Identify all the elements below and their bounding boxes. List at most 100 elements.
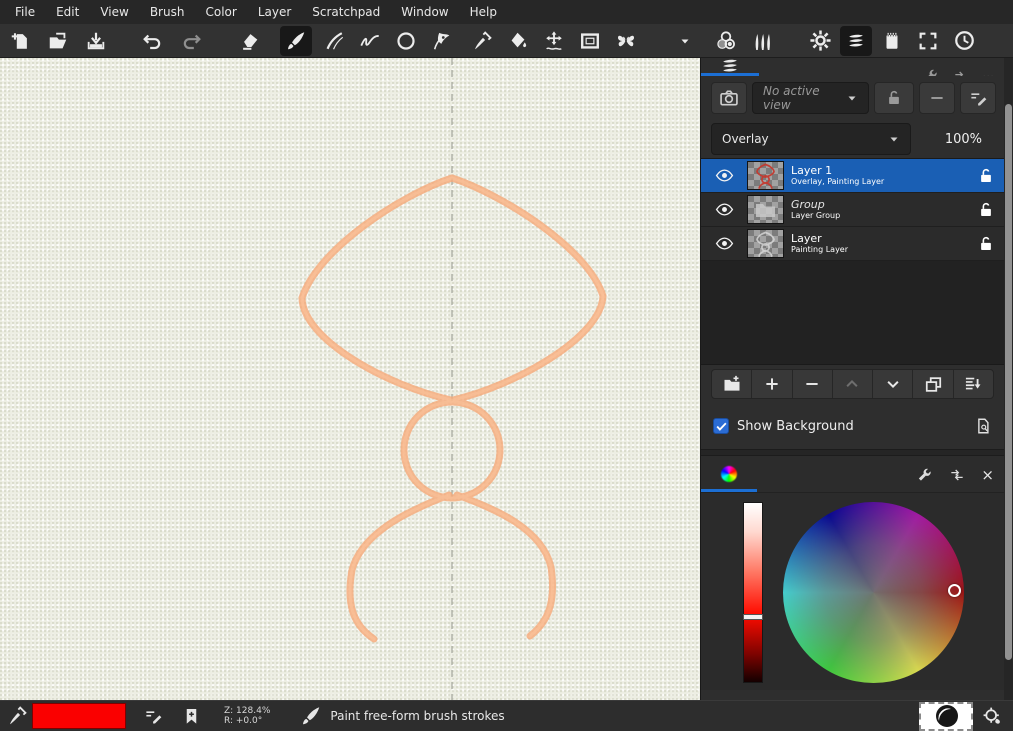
layer-thumbnail[interactable]: [747, 161, 784, 190]
menu-color[interactable]: Color: [198, 2, 243, 22]
add-layer-button[interactable]: [752, 370, 792, 398]
new-document-button[interactable]: [4, 26, 36, 56]
merge-layer-down-button[interactable]: [954, 370, 993, 398]
menu-layer[interactable]: Layer: [251, 2, 298, 22]
freehand-brush-button[interactable]: [280, 26, 312, 56]
eyedropper-icon[interactable]: [2, 705, 32, 727]
menu-view[interactable]: View: [93, 2, 135, 22]
hue-wheel[interactable]: [783, 502, 964, 683]
panel-scrollbar[interactable]: [1004, 58, 1013, 700]
main-area: ··· No active view Overlay: [0, 58, 1013, 700]
lower-layer-button[interactable]: [873, 370, 913, 398]
layer-row-1[interactable]: Layer 1 Overlay, Painting Layer: [701, 159, 1004, 193]
tool-options-button[interactable]: [676, 26, 694, 56]
undo-button[interactable]: [136, 26, 168, 56]
color-wheel-tab[interactable]: [701, 459, 757, 492]
layer-visible-eye-icon[interactable]: [701, 166, 747, 185]
layer-name[interactable]: Layer: [791, 233, 968, 245]
menu-bar: File Edit View Brush Color Layer Scratchpad Win…: [0, 0, 1013, 24]
open-document-button[interactable]: [42, 26, 74, 56]
layer-lock-open-icon[interactable]: [968, 201, 1004, 219]
scrollbar-thumb[interactable]: [1005, 104, 1012, 660]
remove-layer-button[interactable]: [793, 370, 833, 398]
show-background-checkbox[interactable]: [713, 418, 729, 434]
move-view-button[interactable]: [538, 26, 570, 56]
remove-view-button[interactable]: [919, 82, 955, 114]
connected-lines-icon: [359, 30, 381, 52]
background-page-icon[interactable]: [974, 417, 992, 435]
connected-lines-button[interactable]: [354, 26, 386, 56]
brush-preview[interactable]: [919, 702, 973, 731]
wrench-icon[interactable]: [922, 68, 939, 76]
duplicate-layer-button[interactable]: [913, 370, 953, 398]
layer-type: Painting Layer: [791, 245, 968, 255]
mypaint-window: File Edit View Brush Color Layer Scratchpad Win…: [0, 0, 1013, 731]
save-document-button[interactable]: [80, 26, 112, 56]
fullscreen-button[interactable]: [912, 26, 944, 56]
minus-icon: [928, 89, 946, 107]
new-layer-group-button[interactable]: [712, 370, 752, 398]
overflow-icon[interactable]: ···: [983, 68, 994, 76]
layer-thumbnail[interactable]: [747, 195, 784, 224]
canvas[interactable]: [0, 58, 700, 700]
layer-lock-open-icon[interactable]: [968, 167, 1004, 185]
wrench-icon[interactable]: [916, 467, 933, 484]
view-status: Z: 128.4% R: +0.0°: [224, 706, 270, 726]
inking-button[interactable]: [426, 26, 458, 56]
layer-thumbnail[interactable]: [747, 229, 784, 258]
layer-lock-open-icon[interactable]: [968, 235, 1004, 253]
layers-tab[interactable]: [701, 58, 759, 76]
layer-name[interactable]: Layer 1: [791, 165, 968, 177]
lock-view-button[interactable]: [874, 82, 914, 114]
layer-row-3[interactable]: Layer Painting Layer: [701, 227, 1004, 261]
bookmark-add-icon[interactable]: [176, 707, 206, 726]
brush-chooser-button[interactable]: [746, 26, 778, 56]
lines-and-curves-button[interactable]: [318, 26, 350, 56]
menu-brush[interactable]: Brush: [143, 2, 192, 22]
minus-icon: [803, 375, 821, 393]
menu-help[interactable]: Help: [463, 2, 504, 22]
eraser-button[interactable]: [234, 26, 266, 56]
color-panel-header: ×: [701, 456, 1004, 492]
swap-arrows-icon[interactable]: [949, 467, 965, 483]
active-view-select[interactable]: No active view: [752, 82, 869, 114]
color-target-icon[interactable]: [977, 706, 1007, 727]
scratchpad-window-button[interactable]: [876, 26, 908, 56]
blend-mode-value: Overlay: [722, 132, 769, 146]
blend-mode-select[interactable]: Overlay: [711, 123, 911, 155]
value-slider[interactable]: [743, 502, 763, 683]
snapshot-view-button[interactable]: [711, 82, 747, 114]
value-slider-handle[interactable]: [743, 614, 763, 620]
redo-button[interactable]: [176, 26, 208, 56]
layer-visible-eye-icon[interactable]: [701, 234, 747, 253]
layers-window-button[interactable]: [840, 26, 872, 56]
chevron-down-icon: [888, 133, 900, 145]
color-window-button[interactable]: [710, 26, 742, 56]
layer-visible-eye-icon[interactable]: [701, 200, 747, 219]
layer-row-2[interactable]: Group Layer Group: [701, 193, 1004, 227]
edit-frame-button[interactable]: [574, 26, 606, 56]
layer-name[interactable]: Group: [791, 199, 968, 211]
history-button[interactable]: [948, 26, 980, 56]
current-color-swatch[interactable]: [32, 703, 126, 729]
hue-selector-ring[interactable]: [948, 584, 961, 597]
pick-color-button[interactable]: [466, 26, 498, 56]
flood-fill-button[interactable]: [502, 26, 534, 56]
plus-icon: [763, 375, 781, 393]
brush-settings-button[interactable]: [804, 26, 836, 56]
menu-scratchpad[interactable]: Scratchpad: [305, 2, 387, 22]
menu-file[interactable]: File: [8, 2, 42, 22]
menu-window[interactable]: Window: [394, 2, 455, 22]
menu-edit[interactable]: Edit: [49, 2, 86, 22]
symmetry-button[interactable]: [610, 26, 642, 56]
chevron-down-icon: [846, 92, 858, 104]
camera-icon: [719, 88, 739, 108]
raise-layer-button[interactable]: [833, 370, 873, 398]
ellipse-button[interactable]: [390, 26, 422, 56]
color-panel-buttons: ×: [916, 466, 1004, 492]
close-icon[interactable]: ×: [981, 466, 994, 484]
expand-toolbar-button[interactable]: [1006, 26, 1013, 56]
swap-arrows-icon[interactable]: [953, 68, 969, 76]
edit-icon[interactable]: [138, 707, 168, 726]
edit-view-button[interactable]: [960, 82, 996, 114]
